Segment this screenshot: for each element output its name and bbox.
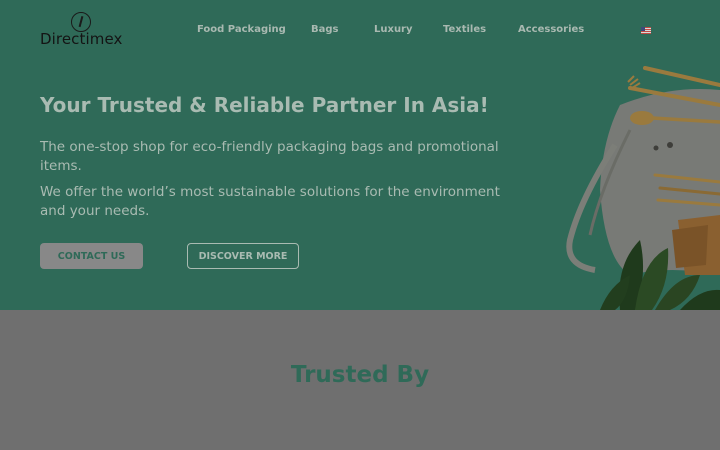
- eco-tote-bag-cutlery-image: [566, 66, 720, 310]
- nav-item-textiles[interactable]: Textiles: [443, 24, 486, 35]
- nav-item-bags[interactable]: Bags: [311, 24, 338, 35]
- nav-item-food-packaging[interactable]: Food Packaging: [197, 24, 286, 35]
- contact-us-button[interactable]: CONTACT US: [40, 243, 143, 269]
- hero-paragraph-1: The one-stop shop for eco-friendly packa…: [40, 139, 499, 174]
- brand-logo[interactable]: Directimex: [40, 12, 124, 52]
- nav-item-luxury[interactable]: Luxury: [374, 24, 413, 35]
- logo-icon: [71, 12, 91, 32]
- brand-name: Directimex: [40, 30, 123, 48]
- trusted-by-title: Trusted By: [290, 362, 430, 388]
- us-flag-icon[interactable]: [641, 27, 651, 34]
- hero-paragraph-2: We offer the world’s most sustainable so…: [40, 184, 500, 219]
- hero-headline: Your Trusted & Reliable Partner In Asia!: [40, 93, 489, 117]
- hero-section: Directimex Food Packaging Bags Luxury Te…: [0, 0, 720, 310]
- discover-more-button[interactable]: DISCOVER MORE: [187, 243, 299, 269]
- nav-item-accessories[interactable]: Accessories: [518, 24, 584, 35]
